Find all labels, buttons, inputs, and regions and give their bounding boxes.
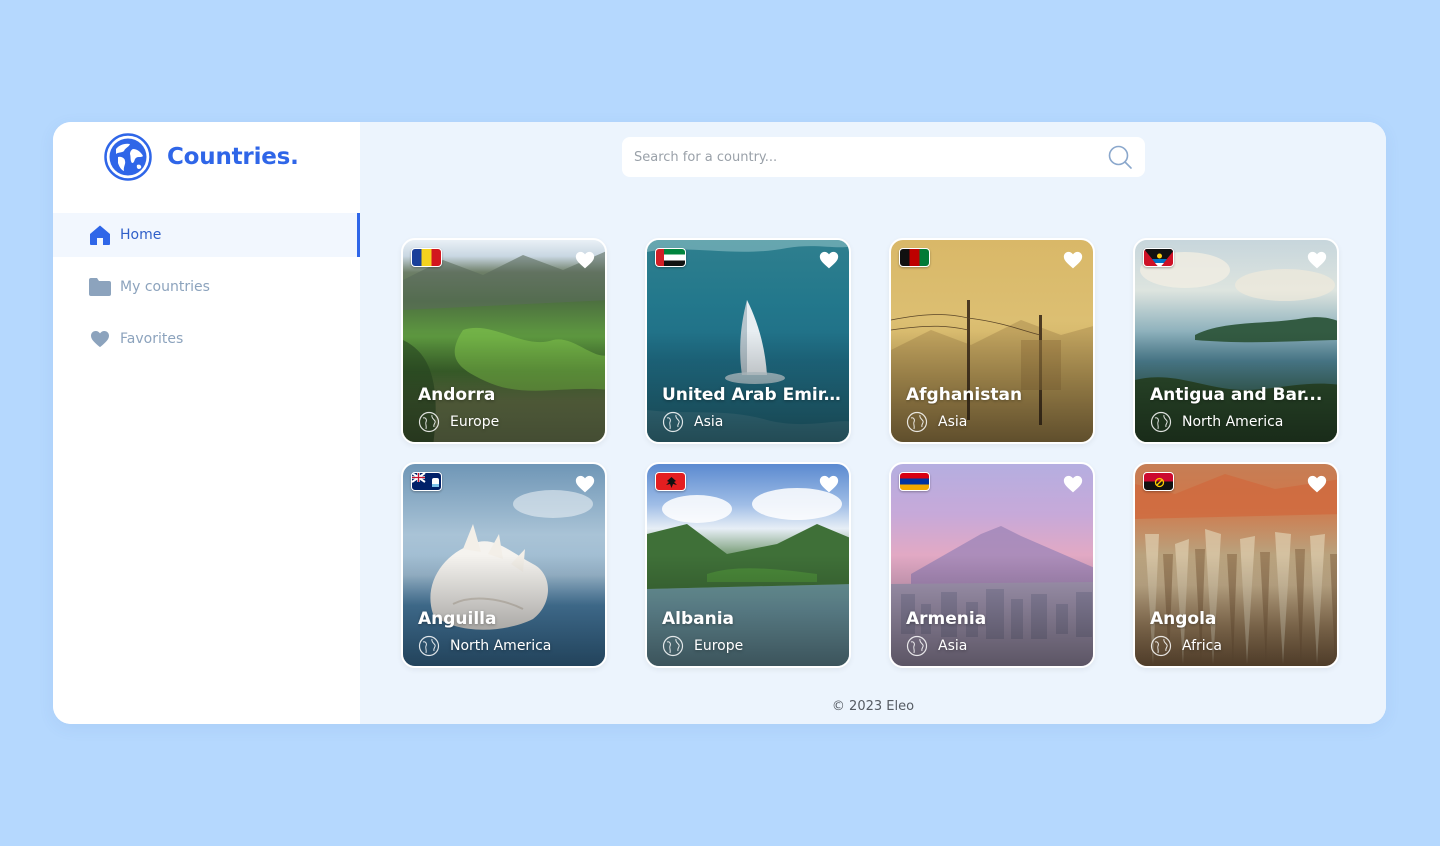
country-region: Europe	[418, 411, 499, 433]
region-label: Asia	[938, 414, 968, 430]
favorite-heart-icon[interactable]	[1063, 250, 1083, 270]
folder-icon	[88, 275, 112, 299]
country-region: Asia	[662, 411, 723, 433]
country-region: Asia	[906, 635, 967, 657]
country-card-angola[interactable]: Angola Africa	[1133, 462, 1339, 668]
globe-icon	[906, 411, 928, 433]
globe-icon	[906, 635, 928, 657]
afghanistan-flag-icon	[899, 248, 930, 267]
search-bar	[622, 137, 1145, 177]
globe-icon	[418, 635, 440, 657]
country-name: Angola	[1150, 609, 1217, 629]
region-label: North America	[450, 638, 552, 654]
app-title: Countries.	[167, 144, 299, 170]
antigua-flag-icon	[1143, 248, 1174, 267]
sidebar-nav: Home My countries Favorites	[53, 213, 360, 369]
region-label: Europe	[694, 638, 744, 654]
country-name: United Arab Emir...	[662, 385, 842, 405]
main-content: Andorra Europe	[360, 122, 1386, 724]
favorite-heart-icon[interactable]	[575, 250, 595, 270]
country-region: North America	[418, 635, 551, 657]
country-region: Africa	[1150, 635, 1222, 657]
country-region: Asia	[906, 411, 967, 433]
sidebar-item-label: Favorites	[120, 331, 184, 347]
country-name: Afghanistan	[906, 385, 1023, 405]
globe-icon	[1150, 411, 1172, 433]
sidebar-item-home[interactable]: Home	[53, 213, 360, 257]
region-label: Asia	[694, 414, 724, 430]
sidebar-item-label: My countries	[120, 279, 210, 295]
globe-icon	[418, 411, 440, 433]
globe-logo-icon	[104, 133, 152, 181]
globe-icon	[662, 635, 684, 657]
favorite-heart-icon[interactable]	[1307, 474, 1327, 494]
country-card-armenia[interactable]: Armenia Asia	[889, 462, 1095, 668]
sidebar: Countries. Home My countries Favorites	[53, 122, 360, 724]
region-label: Europe	[450, 414, 500, 430]
search-icon[interactable]	[1107, 144, 1133, 170]
andorra-flag-icon	[411, 248, 442, 267]
country-card-uae[interactable]: United Arab Emir... Asia	[645, 238, 851, 444]
country-card-albania[interactable]: Albania Europe	[645, 462, 851, 668]
home-icon	[88, 223, 112, 247]
region-label: Asia	[938, 638, 968, 654]
angola-flag-icon	[1143, 472, 1174, 491]
app-window: Countries. Home My countries Favorites S…	[53, 122, 1386, 724]
anguilla-flag-icon	[411, 472, 442, 491]
sidebar-item-my-countries[interactable]: My countries	[53, 265, 360, 309]
region-label: North America	[1182, 414, 1284, 430]
favorite-heart-icon[interactable]	[575, 474, 595, 494]
country-name: Armenia	[906, 609, 987, 629]
favorite-heart-icon[interactable]	[1307, 250, 1327, 270]
country-name: Anguilla	[418, 609, 497, 629]
region-label: Africa	[1182, 638, 1222, 654]
globe-icon	[662, 411, 684, 433]
country-region: Europe	[662, 635, 743, 657]
heart-icon	[88, 327, 112, 351]
favorite-heart-icon[interactable]	[1063, 474, 1083, 494]
sidebar-item-label: Home	[120, 227, 162, 243]
country-name: Andorra	[418, 385, 496, 405]
country-card-afghanistan[interactable]: Afghanistan Asia	[889, 238, 1095, 444]
country-grid: Andorra Europe United Arab Emir... Asia …	[401, 238, 1339, 668]
country-name: Antigua and Bar...	[1150, 385, 1323, 405]
armenia-flag-icon	[899, 472, 930, 491]
country-region: North America	[1150, 411, 1283, 433]
search-input[interactable]	[634, 149, 1107, 165]
footer-copyright: © 2023 Eleo	[831, 699, 915, 714]
country-card-andorra[interactable]: Andorra Europe	[401, 238, 607, 444]
sidebar-item-favorites[interactable]: Favorites	[53, 317, 360, 361]
favorite-heart-icon[interactable]	[819, 250, 839, 270]
country-name: Albania	[662, 609, 735, 629]
albania-flag-icon	[655, 472, 686, 491]
country-card-anguilla[interactable]: Anguilla North America	[401, 462, 607, 668]
favorite-heart-icon[interactable]	[819, 474, 839, 494]
country-card-antigua[interactable]: Antigua and Bar... North America	[1133, 238, 1339, 444]
globe-icon	[1150, 635, 1172, 657]
logo[interactable]: Countries.	[103, 132, 299, 182]
uae-flag-icon	[655, 248, 686, 267]
